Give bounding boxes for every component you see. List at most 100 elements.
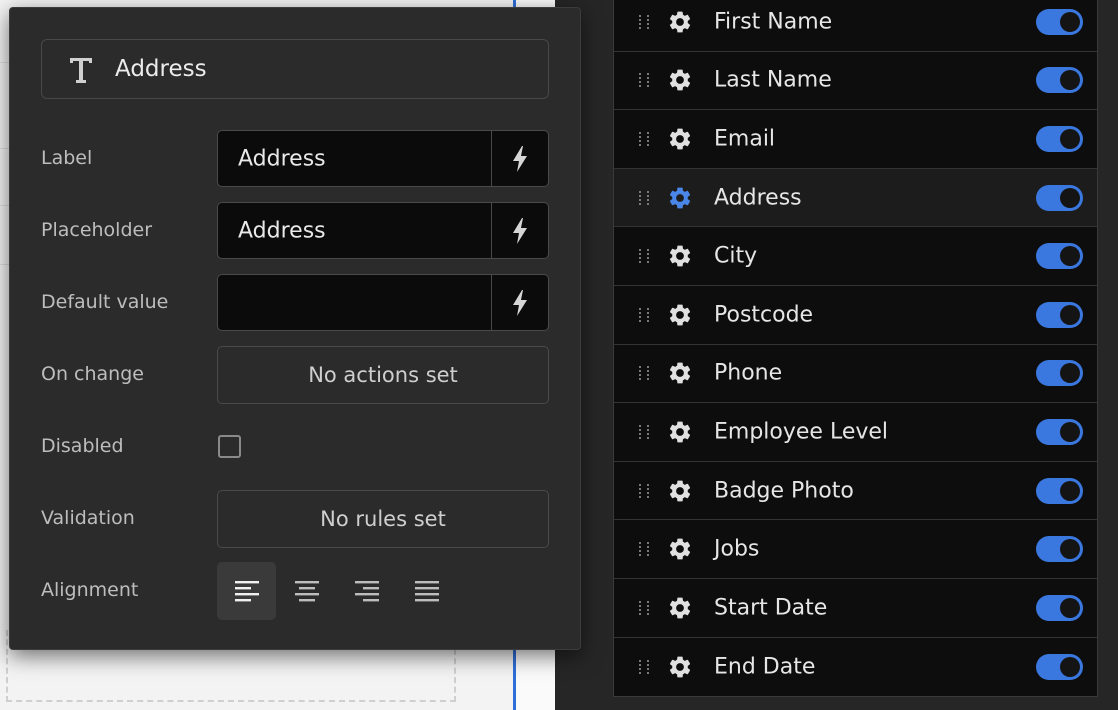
align-right-button[interactable] (337, 562, 396, 620)
gear-icon[interactable] (667, 185, 693, 211)
drag-handle-icon[interactable] (639, 595, 651, 621)
field-label: Last Name (714, 67, 832, 93)
field-label: Employee Level (714, 419, 889, 445)
field-row[interactable]: Postcode (614, 286, 1097, 345)
align-justify-icon (414, 581, 439, 602)
field-row[interactable]: Start Date (614, 579, 1097, 638)
align-justify-button[interactable] (397, 562, 456, 620)
placeholder-binding-button[interactable] (491, 203, 548, 258)
label-prop-label: Label (41, 147, 93, 169)
drag-handle-icon[interactable] (639, 302, 651, 328)
field-row[interactable]: Jobs (614, 520, 1097, 579)
toggle-knob (1060, 480, 1080, 501)
field-label: First Name (714, 9, 833, 35)
toggle-knob (1060, 246, 1080, 267)
component-header[interactable]: Address (41, 39, 549, 99)
disabled-prop-label: Disabled (41, 435, 124, 457)
gear-icon[interactable] (667, 126, 693, 152)
field-visibility-toggle[interactable] (1036, 536, 1083, 563)
toggle-knob (1060, 11, 1080, 32)
drag-handle-icon[interactable] (639, 419, 651, 445)
label-binding-button[interactable] (491, 131, 548, 186)
default-value-binding-button[interactable] (491, 275, 548, 330)
toggle-knob (1060, 656, 1080, 677)
alignment-group (217, 562, 457, 620)
gear-icon[interactable] (667, 67, 693, 93)
field-label: Phone (714, 360, 783, 386)
fields-panel: First Name Last Name Email Address City … (581, 0, 1118, 710)
drag-handle-icon[interactable] (639, 67, 651, 93)
field-row[interactable]: Address (614, 168, 1097, 228)
field-label: Address (714, 185, 802, 211)
drag-handle-icon[interactable] (639, 9, 651, 35)
field-label: Start Date (714, 595, 828, 621)
field-row[interactable]: Employee Level (614, 403, 1097, 462)
lightning-icon (513, 145, 527, 172)
field-visibility-toggle[interactable] (1036, 8, 1083, 35)
gear-icon[interactable] (667, 243, 693, 269)
align-right-icon (354, 581, 379, 602)
gear-icon[interactable] (667, 419, 693, 445)
align-left-icon (234, 581, 259, 602)
toggle-knob (1060, 597, 1080, 618)
toggle-knob (1060, 421, 1080, 442)
validation-prop-label: Validation (41, 507, 135, 529)
field-label: Jobs (714, 536, 760, 562)
validation-rules-button[interactable]: No rules set (217, 490, 549, 548)
field-row[interactable]: End Date (614, 638, 1097, 697)
gear-icon[interactable] (667, 595, 693, 621)
field-visibility-toggle[interactable] (1036, 477, 1083, 504)
gear-icon[interactable] (667, 478, 693, 504)
align-center-icon (294, 581, 319, 602)
field-settings-popover: Address Label Address Placeholder Addres… (9, 7, 581, 650)
field-row[interactable]: Email (614, 110, 1097, 169)
drag-handle-icon[interactable] (639, 360, 651, 386)
field-visibility-toggle[interactable] (1036, 67, 1083, 94)
drag-handle-icon[interactable] (639, 243, 651, 269)
drag-handle-icon[interactable] (639, 536, 651, 562)
disabled-checkbox[interactable] (218, 435, 241, 458)
drag-handle-icon[interactable] (639, 126, 651, 152)
field-visibility-toggle[interactable] (1036, 125, 1083, 152)
label-field[interactable]: Address (217, 130, 549, 187)
toggle-knob (1060, 304, 1080, 325)
field-visibility-toggle[interactable] (1036, 184, 1083, 211)
field-row[interactable]: City (614, 227, 1097, 286)
placeholder-field[interactable]: Address (217, 202, 549, 259)
field-visibility-toggle[interactable] (1036, 301, 1083, 328)
field-visibility-toggle[interactable] (1036, 243, 1083, 270)
drag-handle-icon[interactable] (639, 654, 651, 680)
align-center-button[interactable] (277, 562, 336, 620)
field-list: First Name Last Name Email Address City … (613, 0, 1098, 698)
toggle-knob (1060, 128, 1080, 149)
field-label: Email (714, 126, 776, 152)
field-row[interactable]: First Name (614, 0, 1097, 52)
gear-icon[interactable] (667, 360, 693, 386)
field-row[interactable]: Badge Photo (614, 462, 1097, 521)
gear-icon[interactable] (667, 536, 693, 562)
alignment-prop-label: Alignment (41, 579, 139, 601)
field-label: Postcode (714, 302, 814, 328)
drag-handle-icon[interactable] (639, 185, 651, 211)
text-type-icon (70, 58, 92, 83)
field-row[interactable]: Phone (614, 345, 1097, 404)
field-visibility-toggle[interactable] (1036, 653, 1083, 680)
toggle-knob (1060, 539, 1080, 560)
field-visibility-toggle[interactable] (1036, 594, 1083, 621)
toggle-knob (1060, 70, 1080, 91)
field-visibility-toggle[interactable] (1036, 418, 1083, 445)
gear-icon[interactable] (667, 9, 693, 35)
default-value-field[interactable] (217, 274, 549, 331)
drag-handle-icon[interactable] (639, 478, 651, 504)
gear-icon[interactable] (667, 654, 693, 680)
gear-icon[interactable] (667, 302, 693, 328)
placeholder-prop-label: Placeholder (41, 219, 153, 241)
toggle-knob (1060, 363, 1080, 384)
on-change-prop-label: On change (41, 363, 144, 385)
field-row[interactable]: Last Name (614, 52, 1097, 111)
on-change-actions-button[interactable]: No actions set (217, 346, 549, 404)
lightning-icon (513, 217, 527, 244)
field-visibility-toggle[interactable] (1036, 360, 1083, 387)
field-label: End Date (714, 654, 816, 680)
align-left-button[interactable] (217, 562, 276, 620)
